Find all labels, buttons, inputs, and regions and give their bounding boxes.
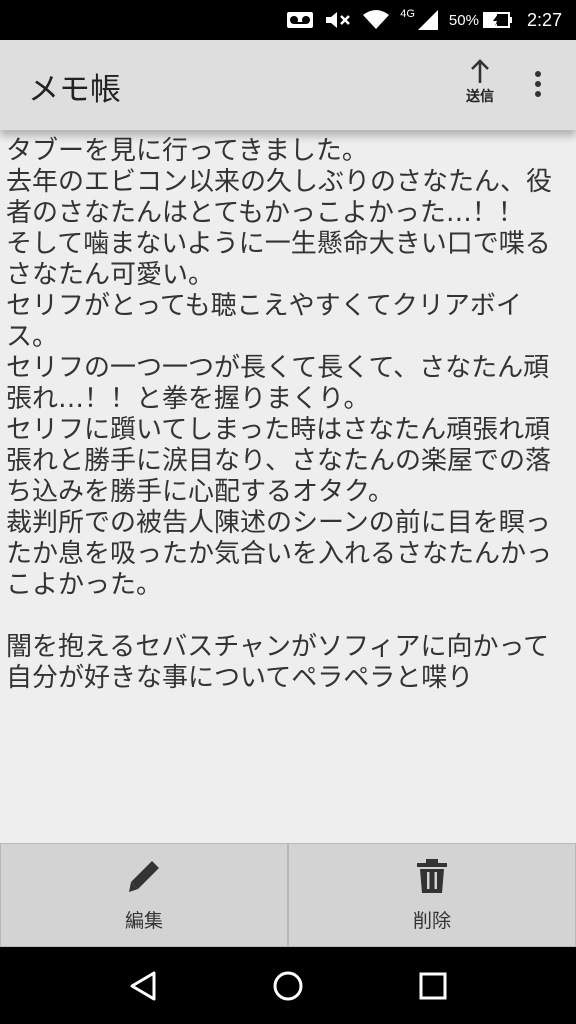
bottom-action-bar: 編集 削除 [0, 843, 576, 947]
overflow-menu-button[interactable] [520, 62, 556, 106]
upload-arrow-icon [471, 59, 489, 83]
pencil-icon [129, 861, 159, 892]
status-time: 2:27 [526, 9, 562, 30]
status-bar: 4G 50% 2:27 [0, 0, 576, 40]
network-type-label: 4G [400, 8, 415, 20]
navigation-bar [0, 947, 576, 1024]
send-button[interactable]: 送信 [452, 58, 508, 114]
battery-charging-icon [482, 12, 512, 28]
mute-icon [324, 9, 352, 31]
battery-percent: 50% [448, 11, 479, 29]
recent-apps-button[interactable] [403, 956, 463, 1016]
delete-label: 削除 [412, 910, 451, 932]
more-vert-icon [535, 71, 541, 97]
edit-button[interactable]: 編集 [0, 843, 288, 947]
voicemail-icon [286, 10, 314, 30]
home-button[interactable] [258, 956, 318, 1016]
recents-square-icon [419, 972, 447, 999]
delete-button[interactable]: 削除 [288, 843, 576, 947]
send-label: 送信 [466, 89, 494, 105]
back-button[interactable] [113, 956, 173, 1016]
memo-content[interactable]: タブーを見に行ってきました。 去年のエビコン以来の久しぶりのさなたん、役者のさな… [6, 136, 572, 836]
home-circle-icon [273, 971, 303, 1000]
edit-label: 編集 [124, 910, 163, 932]
back-triangle-icon [130, 971, 156, 1000]
cell-signal-icon: 4G [400, 8, 439, 31]
trash-icon [417, 859, 447, 893]
battery-indicator: 50% [449, 10, 513, 30]
app-bar: メモ帳 送信 [0, 40, 576, 130]
app-title: メモ帳 [28, 72, 121, 108]
wifi-icon [362, 9, 390, 31]
